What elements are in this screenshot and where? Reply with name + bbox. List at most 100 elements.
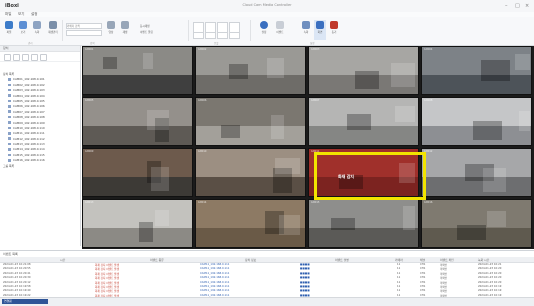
camera-icon: [8, 94, 11, 97]
camera-feed-background: [83, 200, 192, 229]
camera-tile[interactable]: CAM16: [421, 199, 532, 248]
tree-group-root[interactable]: 그룹 목록: [3, 164, 45, 169]
ribbon-button-settings[interactable]: 설정: [258, 20, 270, 40]
camera-feed-floor: [83, 75, 192, 94]
event-channel: CH1: [420, 276, 426, 280]
event-camera: 11: [397, 285, 401, 288]
camera-tile[interactable]: CAM14: [195, 199, 306, 248]
camera-feed-background: [196, 47, 305, 76]
event-device: CAM11_192.168.0.111: [200, 263, 230, 266]
event-desc: ■■■■: [300, 263, 310, 266]
camera-filter-select[interactable]: [66, 30, 102, 36]
event-camera: 11: [397, 276, 401, 280]
close-icon[interactable]: ×: [525, 3, 529, 9]
ribbon-group-label: 분할: [214, 42, 219, 45]
column-header[interactable]: 시간: [60, 258, 65, 262]
camera-feed-object: [279, 215, 300, 235]
event-desc: ■■■■: [300, 289, 310, 293]
camera-feed-object: [347, 114, 371, 130]
camera-feed-floor: [83, 126, 192, 145]
ribbon-button-record-right[interactable]: 녹화: [300, 20, 312, 40]
ribbon-button-play[interactable]: 재생: [119, 20, 131, 40]
minimize-icon[interactable]: –: [505, 3, 508, 9]
camera-icon: [8, 142, 11, 146]
event-type: 화재 감지 이벤트 발생: [95, 290, 119, 294]
camera-icon: [8, 83, 11, 87]
camera-tile[interactable]: CAM03: [308, 46, 419, 95]
ribbon-button-view[interactable]: 보기: [17, 20, 29, 40]
add-icon[interactable]: [4, 54, 11, 61]
column-header[interactable]: 이벤트 확인: [440, 258, 454, 262]
layout-custom-button[interactable]: [229, 32, 240, 39]
camera-feed-object: [267, 58, 284, 78]
event-type: 화재 감지 이벤트 발생: [95, 286, 119, 289]
event-rec-time: 2024-01-23 10:21: [478, 263, 502, 266]
ribbon-separator: [250, 20, 251, 41]
ribbon-button-event[interactable]: 이벤트: [274, 20, 286, 40]
option-sync-play[interactable]: 동시재생: [140, 24, 150, 28]
search-icon[interactable]: [40, 54, 47, 61]
event-ack: 미확인: [440, 286, 448, 289]
camera-feed-background: [422, 200, 531, 229]
event-desc: ■■■■: [300, 280, 310, 284]
camera-icon: [8, 121, 11, 124]
camera-tile[interactable]: CAM07: [308, 97, 419, 146]
layout-custom-button[interactable]: [205, 32, 216, 39]
camera-tile[interactable]: CAM01: [82, 46, 193, 95]
edit-icon[interactable]: [13, 54, 20, 61]
layout-custom-button[interactable]: [217, 32, 228, 39]
camera-tile[interactable]: CAM06: [195, 97, 306, 146]
ribbon-button-sync[interactable]: 동기: [328, 20, 340, 40]
camera-tile[interactable]: CAM09: [82, 148, 193, 197]
camera-icon: [8, 126, 11, 130]
camera-tile[interactable]: CAM13: [82, 199, 193, 248]
camera-search-input[interactable]: 카메라 검색: [66, 23, 102, 29]
refresh-icon[interactable]: [31, 54, 38, 61]
event-desc: ■■■■: [300, 267, 310, 271]
camera-tile[interactable]: CAM02: [195, 46, 306, 95]
event-type: 화재 감지 이벤트 발생: [95, 268, 119, 272]
camera-icon: [8, 78, 11, 81]
camera-stamp: CAM10: [198, 150, 207, 153]
delete-icon[interactable]: [22, 54, 29, 61]
camera-feed-object: [395, 106, 415, 122]
camera-icon: [8, 110, 11, 113]
camera-tile[interactable]: CAM05: [82, 97, 193, 146]
ribbon-button-file[interactable]: 파일: [3, 20, 15, 40]
column-header[interactable]: 이벤트 설명: [335, 258, 349, 262]
camera-icon: [8, 99, 11, 103]
ribbon-button-camera[interactable]: 영상: [105, 20, 117, 40]
column-header[interactable]: 카메라: [395, 258, 403, 262]
event-device: CAM11_192.168.0.111: [200, 267, 230, 271]
camera-tile[interactable]: CAM15: [308, 199, 419, 248]
sync-icon: [330, 21, 338, 29]
layout-custom-button[interactable]: [193, 32, 204, 39]
sidebar-toolbar: [0, 52, 80, 62]
column-header[interactable]: 장치 정보: [245, 258, 256, 262]
camera-icon: [8, 137, 11, 140]
column-header[interactable]: 채널: [420, 258, 425, 262]
camera-feed-floor: [196, 75, 305, 94]
ribbon-separator: [188, 20, 189, 41]
camera-stamp: CAM01: [85, 48, 94, 51]
column-header[interactable]: 녹화 시간: [478, 258, 489, 262]
device-tree: 장치 목록 CAM01_192.168.0.101 CAM02_192.168.…: [3, 72, 45, 169]
camera-feed-object: [519, 111, 530, 131]
maximize-icon[interactable]: □: [515, 3, 520, 9]
fire-alert-highlight[interactable]: [314, 152, 426, 200]
camera-icon: [8, 148, 11, 151]
device-sidebar: 장치 장치 목록 CAM01_192.168.0.101 CAM02_192.1…: [0, 46, 81, 296]
camera-tile[interactable]: CAM04: [421, 46, 532, 95]
ribbon-button-screen[interactable]: 화면: [314, 20, 326, 40]
camera-tile[interactable]: CAM08: [421, 97, 532, 146]
ribbon-button-record[interactable]: 녹화: [31, 20, 43, 40]
event-channel: CH1: [420, 280, 426, 284]
column-header[interactable]: 이벤트 종류: [150, 258, 164, 262]
ribbon-group-label: 관리: [28, 42, 33, 45]
event-time: 2024-01-23 10:19:40: [3, 289, 31, 293]
camera-tile[interactable]: CAM12: [421, 148, 532, 197]
ribbon-button-playback-manage[interactable]: 재생관리: [47, 20, 59, 40]
option-event-alert[interactable]: 이벤트 알림: [140, 30, 153, 34]
camera-tile[interactable]: CAM10: [195, 148, 306, 197]
camera-stamp: CAM13: [85, 201, 94, 204]
